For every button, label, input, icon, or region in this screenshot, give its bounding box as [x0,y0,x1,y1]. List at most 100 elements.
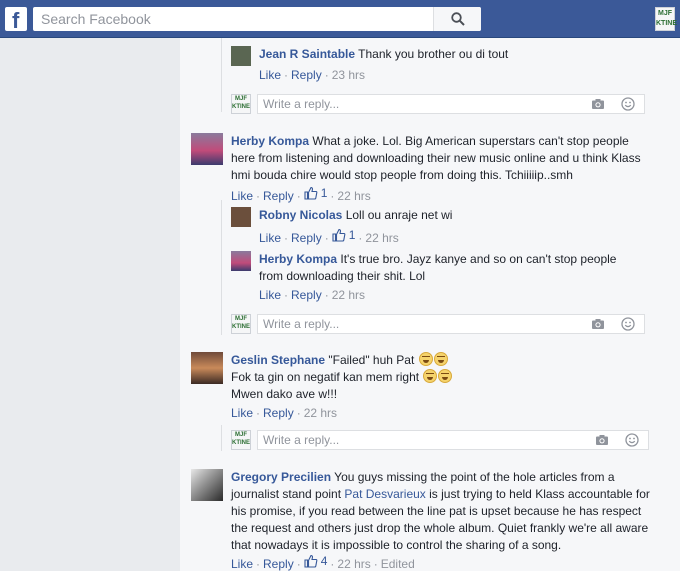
comment-author[interactable]: Herby Kompa [259,252,337,266]
page-profile-avatar[interactable]: MJF KTINE [655,7,677,31]
comment-text: Thank you brother ou di tout [358,47,509,61]
comment-actions: Like · Reply · 22 hrs [231,405,337,421]
laughing-emoji-icon [418,352,433,366]
comment-actions: Like · Reply · 23 hrs [259,67,365,83]
emoji-icon[interactable] [621,317,635,331]
comment-body: Geslin Stephane "Failed" huh Pat Fok ta … [231,352,651,403]
separator: · [324,288,329,302]
like-count-value: 1 [320,186,328,200]
camera-icon[interactable] [591,97,605,111]
like-count-value: 1 [348,228,356,242]
timestamp[interactable]: 23 hrs [332,68,365,82]
reply-input[interactable] [257,94,645,114]
separator: · [330,557,335,571]
comment-body: Herby Kompa What a joke. Lol. Big Americ… [231,133,643,184]
reply-link[interactable]: Reply [291,68,322,82]
comment-author[interactable]: Gregory Precilien [231,470,331,484]
comment-author[interactable]: Jean R Saintable [259,47,355,61]
comment-text: "Failed" huh Pat [328,353,415,367]
timestamp[interactable]: 22 hrs [332,288,365,302]
camera-icon[interactable] [591,317,605,331]
separator: · [256,406,261,420]
separator: · [358,231,363,245]
reply-link[interactable]: Reply [263,557,294,571]
avatar[interactable] [231,251,251,271]
comment-body: Herby Kompa It's true bro. Jayz kanye an… [259,251,639,285]
reply-box: MJF KTINE [231,430,649,450]
like-count[interactable]: 4 [304,553,328,569]
avatar[interactable] [191,352,223,384]
current-user-avatar: MJF KTINE [231,430,251,450]
avatar[interactable] [231,46,251,66]
comment-author[interactable]: Robny Nicolas [259,208,342,222]
current-user-avatar: MJF KTINE [231,94,251,114]
separator: · [324,68,329,82]
thumbs-up-icon [304,186,318,200]
timestamp[interactable]: 22 hrs [337,557,370,571]
like-link[interactable]: Like [231,189,253,203]
search-icon [450,12,465,26]
like-link[interactable]: Like [231,406,253,420]
separator: · [373,557,378,571]
reply-link[interactable]: Reply [263,406,294,420]
edited-label[interactable]: Edited [381,557,415,571]
comment-actions: Like · Reply · 22 hrs [259,287,365,303]
thread-line [221,38,222,112]
thumbs-up-icon [304,554,318,568]
avatar[interactable] [191,469,223,501]
thread-line [221,425,222,451]
separator: · [256,557,261,571]
mention-link[interactable]: Pat Desvarieux [344,487,425,501]
reply-link[interactable]: Reply [291,231,322,245]
reply-input[interactable] [257,430,649,450]
reply-input[interactable] [257,314,645,334]
comment-text: Loll ou anraje net wi [345,208,453,222]
facebook-logo-letter: f [12,8,20,33]
facebook-logo[interactable]: f [5,7,27,33]
comment-text: Fok ta gin on negatif kan mem right [231,370,420,384]
comment-actions: Like · Reply · 1 · 22 hrs [231,185,371,204]
like-link[interactable]: Like [231,557,253,571]
thumbs-up-icon [332,228,346,242]
like-link[interactable]: Like [259,288,281,302]
comment-author[interactable]: Geslin Stephane [231,353,325,367]
comment-author[interactable]: Herby Kompa [231,134,309,148]
separator: · [296,406,301,420]
separator: · [296,557,301,571]
comment-text: Mwen dako ave w!!! [231,387,338,401]
timestamp[interactable]: 22 hrs [337,189,370,203]
current-user-avatar: MJF KTINE [231,314,251,334]
emoji-icon[interactable] [625,433,639,447]
avatar[interactable] [191,133,223,165]
like-link[interactable]: Like [259,68,281,82]
search-box [33,7,481,31]
reply-link[interactable]: Reply [291,288,322,302]
separator: · [324,231,329,245]
reply-box: MJF KTINE [231,314,645,334]
reply-box: MJF KTINE [231,94,645,114]
like-count[interactable]: 1 [332,227,356,243]
emoji-icon[interactable] [621,97,635,111]
like-link[interactable]: Like [259,231,281,245]
like-count[interactable]: 1 [304,185,328,201]
top-navigation-bar: f MJF KTINE [0,0,680,38]
search-button[interactable] [433,7,481,31]
timestamp[interactable]: 22 hrs [365,231,398,245]
laughing-emoji-icon [438,369,453,383]
comment-actions: Like · Reply · 1 · 22 hrs [259,227,399,246]
like-count-value: 4 [320,554,328,568]
camera-icon[interactable] [595,433,609,447]
laughing-emoji-icon [423,369,438,383]
search-input[interactable] [33,7,441,31]
reply-link[interactable]: Reply [263,189,294,203]
laughing-emoji-icon [433,352,448,366]
separator: · [330,189,335,203]
separator: · [284,231,289,245]
separator: · [284,288,289,302]
thread-line [221,200,222,335]
separator: · [256,189,261,203]
comment-body: Jean R Saintable Thank you brother ou di… [259,46,659,63]
timestamp[interactable]: 22 hrs [304,406,337,420]
comment-body: Gregory Precilien You guys missing the p… [231,469,651,554]
avatar[interactable] [231,207,251,227]
